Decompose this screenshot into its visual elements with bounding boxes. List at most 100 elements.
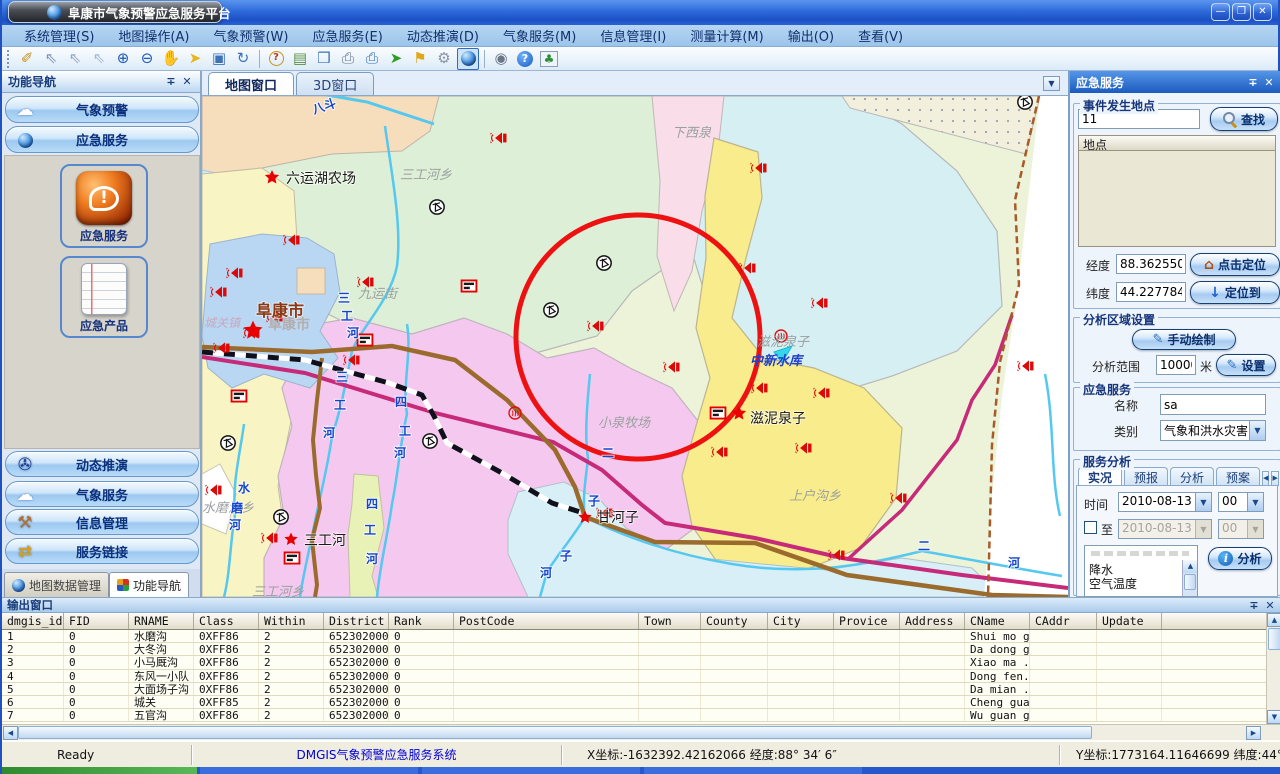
scene-icon[interactable]: ❒ [313, 48, 335, 70]
pan-icon[interactable]: ✋ [160, 48, 182, 70]
column-header-Class[interactable]: Class [194, 613, 259, 629]
menu-item-5[interactable]: 气象服务(M) [491, 25, 588, 46]
restore-button[interactable]: ❐ [1232, 3, 1251, 21]
set-range-button[interactable]: ✎设置 [1216, 354, 1276, 376]
chevron-down-icon[interactable]: ▼ [1249, 421, 1265, 440]
chevron-down-icon[interactable]: ▼ [1195, 493, 1211, 511]
table-row[interactable]: 50大面场子沟0XFF8626523020000Da mian ... [2, 683, 1266, 696]
column-header-Rank[interactable]: Rank [389, 613, 454, 629]
longitude-input[interactable] [1116, 254, 1186, 274]
nav-group-信息管理[interactable]: ⚒信息管理 [5, 509, 199, 535]
column-header-RNAME[interactable]: RNAME [129, 613, 194, 629]
nav-tab-功能导航[interactable]: 功能导航 [109, 572, 189, 597]
start-button-edge[interactable] [2, 767, 197, 774]
emergency-product-button[interactable]: 应急产品 [60, 256, 148, 338]
column-header-Update[interactable]: Update [1097, 613, 1162, 629]
range-input[interactable] [1156, 355, 1196, 375]
column-header-Address[interactable]: Address [900, 613, 965, 629]
select-point-icon[interactable]: ⇖ [88, 48, 110, 70]
table-horizontal-scrollbar[interactable]: ◀ ▶ [2, 724, 1280, 740]
table-vertical-scrollbar[interactable]: ▲ ▼ [1266, 613, 1280, 724]
date-select[interactable]: 2010-08-13▼ [1118, 492, 1212, 512]
full-extent-icon[interactable]: ▣ [208, 48, 230, 70]
nav-tab-地图数据管理[interactable]: 地图数据管理 [4, 572, 109, 597]
zoom-in-icon[interactable]: ⊕ [112, 48, 134, 70]
column-header-Town[interactable]: Town [639, 613, 701, 629]
export-image-icon[interactable]: ♣ [538, 48, 560, 70]
nav-group-气象预警[interactable]: ☁气象预警 [5, 96, 199, 123]
column-header-PostCode[interactable]: PostCode [454, 613, 639, 629]
scroll-right-icon[interactable]: ▶ [1246, 726, 1261, 740]
table-row[interactable]: 40东风一小队0XFF8626523020000Dong fen... [2, 670, 1266, 683]
pin-icon[interactable]: ∓ [164, 75, 178, 88]
nav-group-服务链接[interactable]: ⇄服务链接 [5, 538, 199, 564]
table-row[interactable]: 30小马厩沟0XFF8626523020000Xiao ma ... [2, 656, 1266, 669]
nav-group-应急服务[interactable]: 应急服务 [5, 126, 199, 153]
print-icon[interactable]: ⎙ [337, 48, 359, 70]
eye-icon[interactable]: ◉ [490, 48, 512, 70]
goto-location-button[interactable]: ↓定位到 [1190, 281, 1280, 304]
settings-gear-icon[interactable]: ⚙ [433, 48, 455, 70]
select-rect-icon[interactable]: ⇖ [40, 48, 62, 70]
end-hour-select[interactable]: 00▼ [1218, 519, 1264, 539]
emergency-service-button[interactable]: ! 应急服务 [60, 164, 148, 248]
map-tab-dropdown-icon[interactable]: ▼ [1043, 76, 1060, 91]
identify-icon[interactable]: ? [265, 48, 287, 70]
latitude-input[interactable] [1116, 282, 1186, 302]
service-type-select[interactable]: 气象和洪水灾害▼ [1160, 420, 1266, 441]
table-row[interactable]: 60城关0XFF8526523020000Cheng guan [2, 696, 1266, 709]
close-icon[interactable]: ✕ [1263, 599, 1277, 612]
tab-scroll-right-icon[interactable]: ▶ [1271, 471, 1278, 486]
column-header-CAddr[interactable]: CAddr [1030, 613, 1097, 629]
service-name-input[interactable] [1160, 394, 1266, 415]
find-button[interactable]: 查找 [1210, 107, 1278, 131]
map-canvas[interactable]: 八斗六运湖农场三工河乡下西泉阜康市城关镇阜康市九运街小泉牧场滋泥泉子中新水库滋泥… [202, 96, 1068, 597]
list-item-降水[interactable]: 降水 [1085, 563, 1197, 577]
layers-icon[interactable]: ▤ [289, 48, 311, 70]
scroll-left-icon[interactable]: ◀ [3, 726, 18, 740]
scroll-thumb[interactable] [1268, 628, 1280, 650]
column-header-County[interactable]: County [701, 613, 768, 629]
tab-scroll-left-icon[interactable]: ◀ [1262, 471, 1269, 486]
column-header-CName[interactable]: CName [965, 613, 1030, 629]
table-row[interactable]: 10水磨沟0XFF8626523020000Shui mo gou [2, 630, 1266, 643]
chevron-down-icon[interactable]: ▼ [1247, 493, 1263, 511]
scroll-down-icon[interactable]: ▼ [1267, 710, 1280, 724]
hour-select[interactable]: 00▼ [1218, 492, 1264, 512]
menu-item-7[interactable]: 测量计算(M) [678, 25, 775, 46]
menu-item-6[interactable]: 信息管理(I) [588, 25, 678, 46]
column-header-City[interactable]: City [768, 613, 834, 629]
menu-item-1[interactable]: 地图操作(A) [106, 25, 201, 46]
menu-item-8[interactable]: 输出(O) [776, 25, 846, 46]
table-row[interactable]: 70五官沟0XFF8626523020000Wu guan gou [2, 709, 1266, 722]
analysis-tab-预案[interactable]: 预案 [1216, 467, 1260, 486]
map-tab-地图窗口[interactable]: 地图窗口 [208, 72, 294, 95]
close-icon[interactable]: ✕ [180, 75, 194, 88]
menu-item-3[interactable]: 应急服务(E) [300, 25, 394, 46]
column-header-Within[interactable]: Within [259, 613, 324, 629]
list-item-空气温度[interactable]: 空气温度 [1085, 577, 1197, 591]
measure-icon[interactable]: ✐ [16, 48, 38, 70]
scroll-up-icon[interactable]: ▲ [1183, 560, 1198, 573]
analysis-tab-分析[interactable]: 分析 [1170, 467, 1214, 486]
manual-draw-button[interactable]: ✎手动绘制 [1132, 329, 1236, 350]
column-header-dmgis_id[interactable]: dmgis_id [2, 613, 64, 629]
table-row[interactable]: 20大冬沟0XFF8626523020000Da dong gou [2, 643, 1266, 656]
nav-group-气象服务[interactable]: ☁气象服务 [5, 481, 199, 507]
taskbar-task[interactable] [200, 767, 418, 774]
column-header-FID[interactable]: FID [64, 613, 129, 629]
nav-group-动态推演[interactable]: ✇动态推演 [5, 451, 199, 477]
taskbar-task[interactable] [644, 767, 862, 774]
map-tab-3D窗口[interactable]: 3D窗口 [296, 72, 374, 95]
menu-item-9[interactable]: 查看(V) [846, 25, 915, 46]
close-icon[interactable]: ✕ [1262, 76, 1276, 89]
list-scrollbar[interactable]: ▲ [1182, 560, 1197, 596]
to-checkbox[interactable] [1084, 521, 1097, 534]
select-lasso-icon[interactable]: ⇖ [64, 48, 86, 70]
minimize-button[interactable]: — [1211, 3, 1230, 21]
menu-item-0[interactable]: 系统管理(S) [12, 25, 106, 46]
help-icon[interactable]: ? [514, 48, 536, 70]
print-preview-icon[interactable]: ⎙ [361, 48, 383, 70]
pin-icon[interactable]: ∓ [1247, 599, 1261, 612]
click-locate-button[interactable]: ⌂点击定位 [1190, 253, 1280, 276]
